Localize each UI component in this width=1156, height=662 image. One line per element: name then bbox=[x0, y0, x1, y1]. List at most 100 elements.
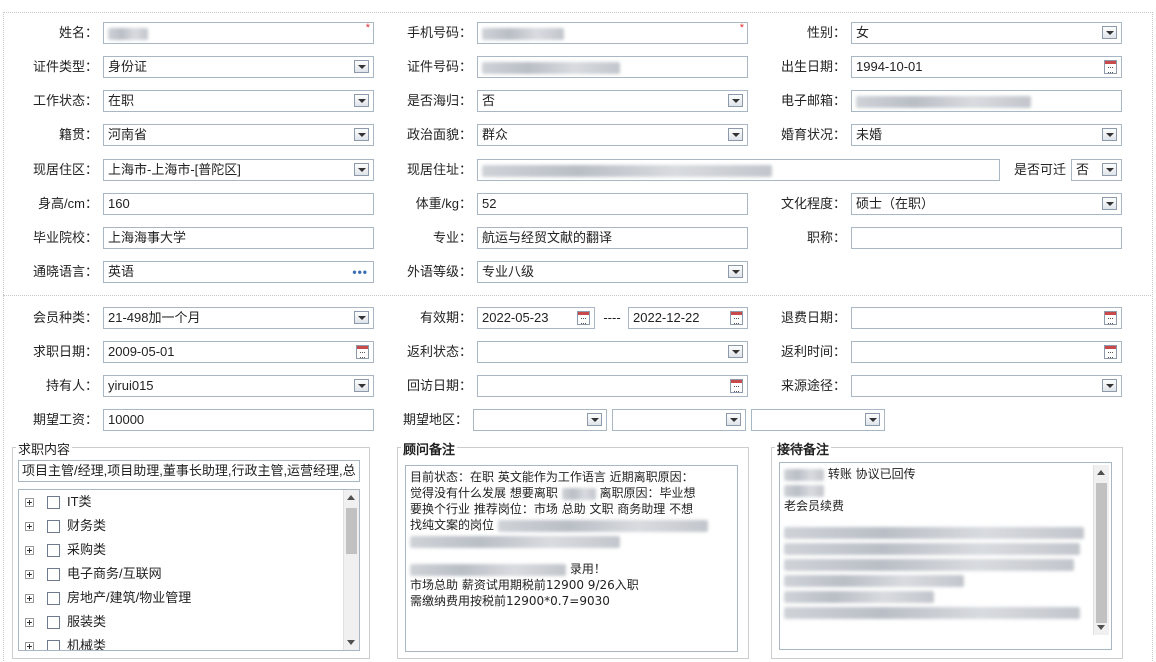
gender-select[interactable]: 女 bbox=[851, 22, 1122, 44]
chevron-down-icon[interactable] bbox=[865, 413, 880, 426]
tree-item[interactable]: 机械类 bbox=[25, 636, 106, 650]
calendar-icon[interactable] bbox=[356, 345, 369, 359]
holder-select[interactable]: yirui015 bbox=[103, 375, 374, 397]
scroll-down-icon[interactable] bbox=[347, 640, 355, 645]
advisor-notes-textarea[interactable]: 目前状态：在职 英文能作为工作语言 近期离职原因： 觉得没有什么发展 想要离职 … bbox=[405, 465, 738, 652]
education-select[interactable]: 硕士（在职） bbox=[851, 193, 1122, 215]
scroll-thumb[interactable] bbox=[346, 508, 357, 554]
political-select[interactable]: 群众 bbox=[477, 124, 748, 146]
tree-item[interactable]: 房地产/建筑/物业管理 bbox=[25, 588, 191, 608]
chevron-down-icon[interactable] bbox=[1102, 197, 1117, 210]
reception-notes-textarea[interactable]: 转账 协议已回传 老会员续费 bbox=[779, 462, 1112, 650]
chevron-down-icon[interactable] bbox=[1102, 26, 1117, 39]
chevron-down-icon[interactable] bbox=[354, 163, 369, 176]
tree-scrollbar[interactable] bbox=[343, 490, 359, 650]
scroll-down-icon[interactable] bbox=[1097, 625, 1105, 630]
tree-item[interactable]: 财务类 bbox=[25, 516, 106, 536]
weight-input[interactable]: 52 bbox=[477, 193, 748, 215]
scroll-up-icon[interactable] bbox=[1097, 470, 1105, 475]
scroll-thumb[interactable] bbox=[1096, 483, 1107, 623]
rebate-status-select[interactable] bbox=[477, 341, 748, 363]
plus-expand-icon[interactable] bbox=[25, 522, 34, 532]
chevron-down-icon[interactable] bbox=[354, 128, 369, 141]
marital-select[interactable]: 未婚 bbox=[851, 124, 1122, 146]
school-input[interactable]: 上海海事大学 bbox=[103, 227, 374, 249]
ellipsis-icon[interactable]: ••• bbox=[352, 262, 368, 282]
rebate-time-input[interactable] bbox=[851, 341, 1122, 363]
plus-expand-icon[interactable] bbox=[25, 498, 34, 508]
chevron-down-icon[interactable] bbox=[1102, 379, 1117, 392]
tree-item[interactable]: 电子商务/互联网 bbox=[25, 564, 162, 584]
source-select[interactable] bbox=[851, 375, 1122, 397]
category-checkbox[interactable] bbox=[47, 616, 60, 630]
member-type-select[interactable]: 21-498加一个月 bbox=[103, 307, 374, 329]
idno-input[interactable] bbox=[477, 56, 748, 78]
valid-from-input[interactable]: 2022-05-23 bbox=[477, 307, 595, 329]
calendar-icon[interactable] bbox=[1104, 345, 1117, 359]
job-category-tree[interactable]: IT类 财务类 采购类 电子商务/互联网 房地产/建筑/物业管理 服装类 机械类 bbox=[18, 489, 360, 651]
refund-date-input[interactable] bbox=[851, 307, 1122, 329]
salary-input[interactable]: 10000 bbox=[103, 409, 374, 431]
major-input[interactable]: 航运与经贸文献的翻译 bbox=[477, 227, 748, 249]
chevron-down-icon[interactable] bbox=[354, 311, 369, 324]
language-input[interactable]: 英语 ••• bbox=[103, 261, 374, 283]
chevron-down-icon[interactable] bbox=[354, 60, 369, 73]
birth-date-input[interactable]: 1994-10-01 bbox=[851, 56, 1122, 78]
area-district-select[interactable] bbox=[751, 409, 885, 431]
plus-expand-icon[interactable] bbox=[25, 618, 34, 628]
area-city-select[interactable] bbox=[612, 409, 746, 431]
category-checkbox[interactable] bbox=[47, 592, 60, 606]
plus-expand-icon[interactable] bbox=[25, 594, 34, 604]
address-input[interactable] bbox=[477, 159, 1000, 181]
category-checkbox[interactable] bbox=[47, 520, 60, 534]
calendar-icon[interactable] bbox=[1104, 311, 1117, 325]
foreign-level-select[interactable]: 专业八级 bbox=[477, 261, 748, 283]
calendar-icon[interactable] bbox=[577, 311, 590, 325]
chevron-down-icon[interactable] bbox=[728, 94, 743, 107]
area-province-select[interactable] bbox=[473, 409, 607, 431]
calendar-icon[interactable] bbox=[730, 311, 743, 325]
chevron-down-icon[interactable] bbox=[354, 379, 369, 392]
chevron-down-icon[interactable] bbox=[587, 413, 602, 426]
calendar-icon[interactable] bbox=[1104, 60, 1117, 74]
category-checkbox[interactable] bbox=[47, 568, 60, 582]
idtype-select[interactable]: 身份证 bbox=[103, 56, 374, 78]
native-select[interactable]: 河南省 bbox=[103, 124, 374, 146]
plus-expand-icon[interactable] bbox=[25, 570, 34, 580]
title-input[interactable] bbox=[851, 227, 1122, 249]
education-label: 文化程度： bbox=[780, 196, 846, 211]
chevron-down-icon[interactable] bbox=[728, 265, 743, 278]
relocate-select[interactable]: 否 bbox=[1071, 159, 1122, 181]
notes-scrollbar[interactable] bbox=[1093, 465, 1109, 635]
chevron-down-icon[interactable] bbox=[728, 345, 743, 358]
returnee-label: 是否海归： bbox=[406, 93, 472, 108]
visit-date-input[interactable] bbox=[477, 375, 748, 397]
category-checkbox[interactable] bbox=[47, 496, 60, 510]
plus-expand-icon[interactable] bbox=[25, 642, 34, 650]
returnee-select[interactable]: 否 bbox=[477, 90, 748, 112]
residence-select[interactable]: 上海市-上海市-[普陀区] bbox=[103, 159, 374, 181]
idno-label: 证件号码： bbox=[406, 59, 472, 74]
chevron-down-icon[interactable] bbox=[354, 94, 369, 107]
chevron-down-icon[interactable] bbox=[1102, 128, 1117, 141]
calendar-icon[interactable] bbox=[730, 379, 743, 393]
member-type-label: 会员种类： bbox=[32, 310, 98, 325]
category-checkbox[interactable] bbox=[47, 640, 60, 650]
category-checkbox[interactable] bbox=[47, 544, 60, 558]
name-input[interactable]: * bbox=[103, 22, 374, 44]
tree-item[interactable]: 服装类 bbox=[25, 612, 106, 632]
valid-to-input[interactable]: 2022-12-22 bbox=[628, 307, 748, 329]
workstatus-select[interactable]: 在职 bbox=[103, 90, 374, 112]
scroll-up-icon[interactable] bbox=[347, 495, 355, 500]
tree-item[interactable]: 采购类 bbox=[25, 540, 106, 560]
email-input[interactable] bbox=[851, 90, 1122, 112]
chevron-down-icon[interactable] bbox=[728, 128, 743, 141]
job-date-input[interactable]: 2009-05-01 bbox=[103, 341, 374, 363]
chevron-down-icon[interactable] bbox=[726, 413, 741, 426]
phone-input[interactable]: * bbox=[477, 22, 748, 44]
tree-item[interactable]: IT类 bbox=[25, 492, 92, 512]
plus-expand-icon[interactable] bbox=[25, 546, 34, 556]
chevron-down-icon[interactable] bbox=[1102, 163, 1117, 176]
job-content-summary-input[interactable]: 项目主管/经理,项目助理,董事长助理,行政主管,运营经理,总 bbox=[18, 460, 360, 482]
height-input[interactable]: 160 bbox=[103, 193, 374, 215]
